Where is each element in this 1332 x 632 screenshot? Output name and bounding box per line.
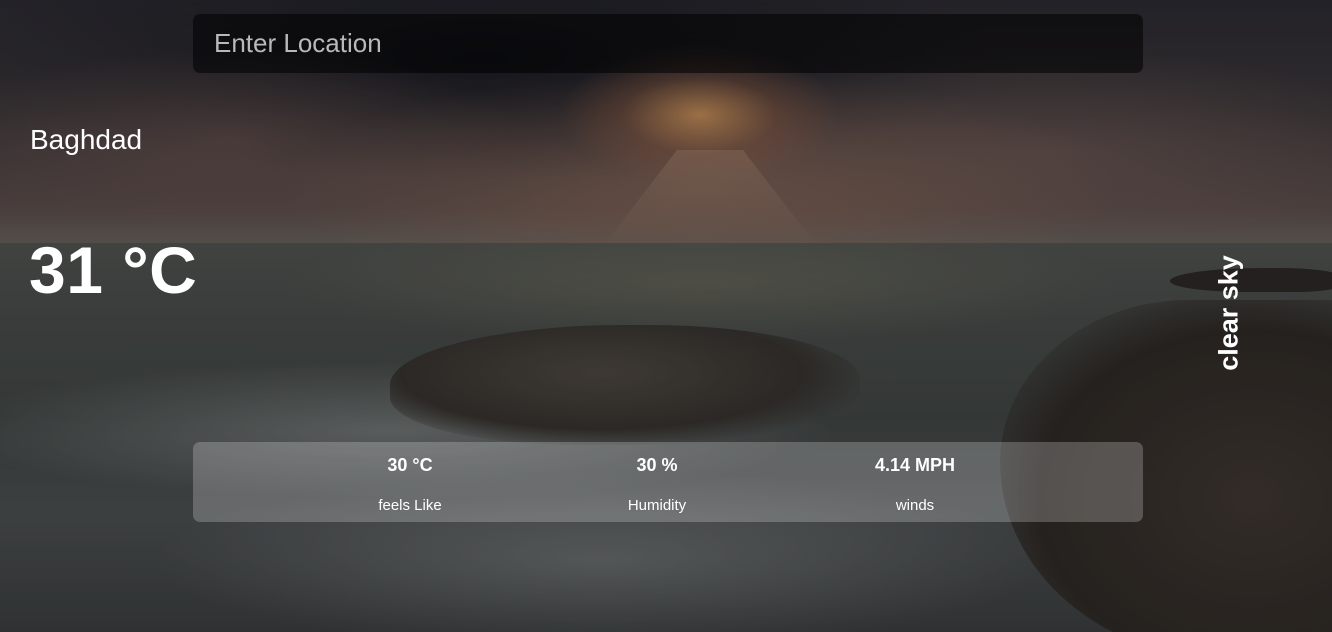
feels-like-label: feels Like — [378, 497, 442, 514]
location-name: Baghdad — [30, 124, 143, 155]
humidity-stat: 30 % Humidity — [557, 442, 757, 522]
location-search-input[interactable] — [193, 14, 1143, 73]
weather-description: clear sky — [1213, 255, 1244, 371]
weather-details-panel: 30 °C feels Like 30 % Humidity 4.14 MPH … — [193, 442, 1143, 522]
current-temperature: 31 °C — [29, 233, 198, 307]
humidity-value: 30 % — [636, 455, 678, 475]
winds-label: winds — [895, 497, 935, 514]
weather-app: Baghdad 31 °C clear sky 30 °C feels Like… — [0, 0, 1332, 632]
background-seascape-image — [0, 0, 1332, 632]
feels-like-value: 30 °C — [387, 455, 433, 475]
humidity-label: Humidity — [627, 497, 687, 514]
winds-stat: 4.14 MPH winds — [815, 442, 1015, 522]
background-overlay — [0, 0, 1332, 632]
search-bar — [193, 14, 1143, 73]
feels-like-stat: 30 °C feels Like — [310, 442, 510, 522]
winds-value: 4.14 MPH — [874, 455, 956, 475]
